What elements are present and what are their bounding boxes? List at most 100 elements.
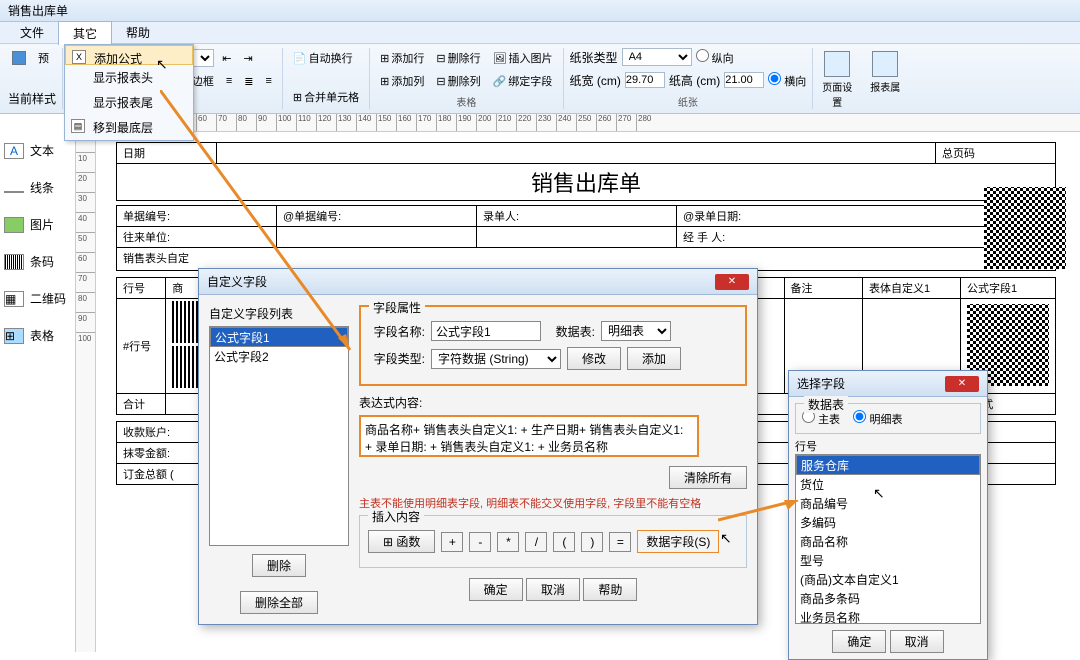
field-name-input[interactable] (431, 321, 541, 341)
lbl-at-docno[interactable]: @单据编号: (277, 206, 477, 227)
dlg1-cancel-button[interactable]: 取消 (526, 578, 580, 601)
op-div[interactable]: / (525, 532, 547, 552)
custom-field-dialog: 自定义字段 ✕ 自定义字段列表 公式字段1 公式字段2 删除 删除全部 字段属性 (198, 268, 758, 625)
indent-left-icon[interactable]: ⇤ (218, 50, 235, 67)
rowno-small-label: 行号 (795, 438, 981, 454)
delete-field-button[interactable]: 删除 (252, 554, 306, 577)
dd-move-bottom[interactable]: ▤移到最底层 (65, 115, 193, 140)
tool-line[interactable]: 线条 (0, 169, 75, 206)
field-select-listbox[interactable]: 服务仓库 货位 商品编号 多编码 商品名称 型号 (商品)文本自定义1 商品多条… (795, 454, 981, 624)
dlg1-title: 自定义字段 (207, 273, 267, 290)
dlg1-close-icon[interactable]: ✕ (715, 274, 749, 290)
menu-other[interactable]: 其它 (58, 21, 112, 45)
list-item[interactable]: 商品名称 (796, 532, 980, 551)
portrait-radio[interactable]: 纵向 (696, 49, 734, 66)
height-input[interactable] (724, 72, 764, 88)
tool-image[interactable]: 图片 (0, 206, 75, 243)
dlg2-titlebar[interactable]: 选择字段 ✕ (789, 371, 987, 397)
type-select[interactable]: 字符数据 (String) (431, 349, 561, 369)
list-item[interactable]: 货位 (796, 475, 980, 494)
align-left-icon[interactable]: ≡ (222, 73, 236, 89)
field-listbox[interactable]: 公式字段1 公式字段2 (209, 326, 349, 546)
paper-group-label: 纸张 (570, 94, 807, 109)
hdr-body-custom[interactable]: 表体自定义1 (863, 278, 961, 299)
list-item[interactable]: (商品)文本自定义1 (796, 570, 980, 589)
hdr-remark[interactable]: 备注 (784, 278, 862, 299)
landscape-radio[interactable]: 横向 (768, 72, 806, 89)
list-item[interactable]: 型号 (796, 551, 980, 570)
cell-total[interactable]: 合计 (117, 394, 166, 415)
dlg1-help-button[interactable]: 帮助 (583, 578, 637, 601)
align-right-icon[interactable]: ≡ (262, 73, 276, 89)
dlg1-ok-button[interactable]: 确定 (469, 578, 523, 601)
delete-all-button[interactable]: 删除全部 (240, 591, 318, 614)
auto-wrap-button[interactable]: 📄 自动换行 (289, 48, 357, 68)
dd-show-footer[interactable]: 显示报表尾 (65, 90, 193, 115)
menu-help[interactable]: 帮助 (112, 21, 164, 44)
data-field-button[interactable]: 数据字段(S) (637, 530, 719, 553)
hdr-formula[interactable]: 公式字段1 (961, 278, 1056, 299)
list-item[interactable]: 公式字段2 (210, 347, 348, 366)
height-label: 纸高 (cm) (669, 72, 720, 89)
del-row-button[interactable]: ⊟ 删除行 (432, 48, 484, 68)
hdr-rowno[interactable]: 行号 (117, 278, 166, 299)
list-item[interactable]: 服务仓库 (796, 455, 980, 475)
dlg2-cancel-button[interactable]: 取消 (890, 630, 944, 653)
indent-right-icon[interactable]: ⇥ (239, 50, 256, 67)
report-prop-button[interactable]: 报表属 (867, 48, 903, 92)
detail-table-radio[interactable]: 明细表 (853, 414, 902, 426)
bind-field-button[interactable]: 🔗 绑定字段 (489, 71, 557, 91)
add-row-button[interactable]: ⊞ 添加行 (376, 48, 428, 68)
list-item[interactable]: 业务员名称 (796, 608, 980, 624)
lbl-docno[interactable]: 单据编号: (117, 206, 277, 227)
lbl-tounit[interactable]: 往来单位: (117, 227, 277, 248)
align-center-icon[interactable]: ≣ (240, 73, 257, 90)
width-input[interactable] (625, 72, 665, 88)
dd-show-header[interactable]: 显示报表头 (65, 65, 193, 90)
other-dropdown: X添加公式 显示报表头 显示报表尾 ▤移到最底层 (64, 44, 194, 141)
page-setup-button[interactable]: 页面设置 (819, 48, 855, 92)
list-item[interactable]: 商品多条码 (796, 589, 980, 608)
op-rpar[interactable]: ) (581, 532, 603, 552)
dlg2-close-icon[interactable]: ✕ (945, 376, 979, 392)
select-field-dialog: 选择字段 ✕ 数据表 主表 明细表 行号 服务仓库 货位 商品编号 多编码 商品… (788, 370, 988, 660)
add-button[interactable]: 添加 (627, 347, 681, 370)
insert-content-fieldset: 插入内容 ⊞ 函数 + - * / ( ) = 数据字段(S) (359, 515, 747, 568)
expression-textarea[interactable]: 商品名称+ 销售表头自定义1: + 生产日期+ 销售表头自定义1: + 录单日期… (359, 415, 699, 457)
clear-all-button[interactable]: 清除所有 (669, 466, 747, 489)
dd-add-formula[interactable]: X添加公式 (65, 45, 193, 65)
add-col-button[interactable]: ⊞ 添加列 (376, 71, 428, 91)
qr-top[interactable] (984, 187, 1066, 272)
merge-cells-button[interactable]: ⊞ 合并单元格 (289, 87, 363, 107)
op-plus[interactable]: + (441, 532, 463, 552)
function-button[interactable]: ⊞ 函数 (368, 530, 435, 553)
paper-type-select[interactable]: A4 (622, 48, 692, 66)
del-col-button[interactable]: ⊟ 删除列 (432, 71, 484, 91)
insert-image-button[interactable]: 🖼 插入图片 (489, 48, 557, 68)
list-item[interactable]: 多编码 (796, 513, 980, 532)
save-button[interactable] (8, 49, 30, 67)
table-select[interactable]: 明细表 (601, 321, 671, 341)
cell-hashrow[interactable]: #行号 (117, 299, 166, 394)
lbl-entryby[interactable]: 录单人: (477, 206, 677, 227)
tool-qrcode[interactable]: ▦二维码 (0, 280, 75, 317)
main-table-radio[interactable]: 主表 (802, 414, 840, 426)
op-mult[interactable]: * (497, 532, 519, 552)
op-lpar[interactable]: ( (553, 532, 575, 552)
label-page[interactable]: 总页码 (936, 143, 1056, 164)
dlg1-titlebar[interactable]: 自定义字段 ✕ (199, 269, 757, 295)
op-eq[interactable]: = (609, 532, 631, 552)
tool-barcode[interactable]: 条码 (0, 243, 75, 280)
list-item[interactable]: 公式字段1 (210, 327, 348, 347)
modify-button[interactable]: 修改 (567, 347, 621, 370)
preview-button[interactable]: 预 (34, 48, 53, 68)
list-item[interactable]: 商品编号 (796, 494, 980, 513)
report-title[interactable]: 销售出库单 (117, 164, 1056, 201)
tool-table[interactable]: ⊞表格 (0, 317, 75, 354)
dlg2-ok-button[interactable]: 确定 (832, 630, 886, 653)
toolbox: A文本 线条 图片 条码 ▦二维码 ⊞表格 (0, 132, 76, 652)
menu-file[interactable]: 文件 (6, 21, 58, 44)
table-label: 数据表: (547, 323, 595, 340)
label-date[interactable]: 日期 (117, 143, 217, 164)
op-minus[interactable]: - (469, 532, 491, 552)
